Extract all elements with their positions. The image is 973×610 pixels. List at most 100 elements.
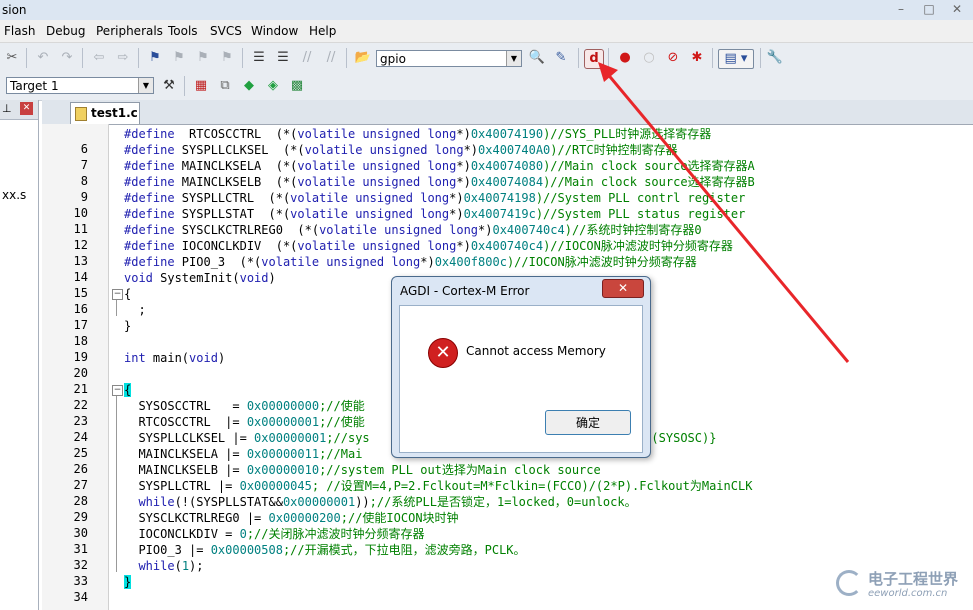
toolbar-separator — [242, 48, 243, 68]
code-token: ;//系统PLL是否锁定，1=locked，0=unlock。 — [369, 495, 637, 509]
line-number: 22 — [73, 398, 88, 412]
start-debug-session-icon[interactable]: d — [584, 49, 604, 69]
wrench-icon[interactable]: 🔧 — [766, 49, 784, 67]
fold-toggle-icon[interactable]: − — [112, 385, 123, 396]
toolbar-separator — [346, 48, 347, 68]
menu-peripherals[interactable]: Peripherals — [96, 24, 163, 38]
kill-breakpoints-icon[interactable]: ✱ — [688, 49, 706, 67]
code-line[interactable]: SYSOSCCTRL = 0x00000000;//使能 — [124, 398, 364, 414]
ok-button[interactable]: 确定 — [545, 410, 631, 435]
code-line[interactable]: ; — [124, 302, 145, 318]
code-line[interactable]: SYSCLKCTRLREG0 |= 0x00000200;//使能IOCON块时… — [124, 510, 458, 526]
pin-icon[interactable]: ⊥ — [2, 102, 12, 115]
window-title: sion — [2, 3, 27, 17]
previous-bookmark-icon[interactable]: ⚑ — [170, 49, 188, 67]
line-number: 17 — [73, 318, 88, 332]
undo-icon[interactable]: ↶ — [34, 49, 52, 67]
menu-bar: Flash Debug Peripherals Tools SVCS Windo… — [0, 20, 973, 43]
code-line[interactable]: #define SYSCLKCTRLREG0 (*(volatile unsig… — [124, 222, 702, 238]
line-number: 34 — [73, 590, 88, 604]
find-combo[interactable]: gpio ▼ — [376, 50, 522, 67]
code-line[interactable]: #define PIO0_3 (*(volatile unsigned long… — [124, 254, 697, 270]
bookmark-icon[interactable]: ⚑ — [146, 49, 164, 67]
navigate-back-icon[interactable]: ⇦ — [90, 49, 108, 67]
manage-components-icon[interactable]: ⧉ — [216, 77, 234, 95]
code-line[interactable]: while(1); — [124, 558, 203, 574]
code-line[interactable]: } — [124, 574, 132, 590]
menu-window[interactable]: Window — [251, 24, 298, 38]
code-line[interactable]: #define SYSPLLCLKSEL (*(volatile unsigne… — [124, 142, 678, 158]
code-line[interactable]: { — [124, 382, 132, 398]
code-line[interactable]: #define MAINCLKSELA (*(volatile unsigned… — [124, 158, 755, 174]
tab-test1-c[interactable]: test1.c — [70, 102, 140, 124]
line-number: 10 — [73, 206, 88, 220]
code-token: #define — [124, 255, 175, 269]
code-line[interactable]: MAINCLKSELA |= 0x00000011;//Mai — [124, 446, 362, 462]
unindent-icon[interactable]: ☰ — [274, 49, 292, 67]
indent-icon[interactable]: ☰ — [250, 49, 268, 67]
redo-icon[interactable]: ↷ — [58, 49, 76, 67]
code-token: 0x40074084 — [470, 175, 544, 189]
title-bar: sion – □ ✕ — [0, 0, 973, 20]
open-file-icon[interactable]: 📂 — [354, 49, 372, 67]
clear-bookmarks-icon[interactable]: ⚑ — [218, 49, 236, 67]
menu-debug[interactable]: Debug — [46, 24, 85, 38]
comment-icon[interactable]: // — [298, 49, 316, 67]
menu-help[interactable]: Help — [309, 24, 336, 38]
dialog-close-button[interactable]: ✕ — [602, 279, 644, 298]
menu-flash[interactable]: Flash — [4, 24, 35, 38]
uncomment-icon[interactable]: // — [322, 49, 340, 67]
project-file-item[interactable]: xx.s — [2, 188, 26, 202]
code-line[interactable]: void SystemInit(void) — [124, 270, 276, 286]
code-line[interactable]: { — [124, 286, 131, 302]
target-combo[interactable]: Target 1 ▼ — [6, 77, 154, 94]
code-line[interactable]: #define SYSPLLCTRL (*(volatile unsigned … — [124, 190, 745, 206]
disable-breakpoints-icon[interactable]: ⊘ — [664, 49, 682, 67]
close-pane-icon[interactable]: ✕ — [20, 102, 33, 115]
fold-toggle-icon[interactable]: − — [112, 289, 123, 300]
code-token: while — [124, 559, 175, 573]
code-line[interactable]: IOCONCLKDIV = 0;//关闭脉冲滤波时钟分频寄存器 — [124, 526, 425, 542]
find-in-files-icon[interactable]: 🔍 — [528, 49, 546, 67]
code-line[interactable]: int main(void) — [124, 350, 225, 366]
line-number: 16 — [73, 302, 88, 316]
code-line[interactable]: RTCOSCCTRL |= 0x00000001;//使能 — [124, 414, 364, 430]
code-token: )//RTC时钟控制寄存器 — [550, 143, 678, 157]
maximize-button[interactable]: □ — [916, 2, 942, 16]
window-layout-icon[interactable]: ▤ ▾ — [718, 49, 754, 69]
enable-breakpoint-icon[interactable]: ○ — [640, 49, 658, 67]
watermark: 电子工程世界 eeworld.com.cn — [832, 564, 970, 604]
minimize-button[interactable]: – — [888, 2, 914, 16]
insert-breakpoint-icon[interactable]: ● — [616, 49, 634, 67]
code-line[interactable]: while(!(SYSPLLSTAT&&0x00000001));//系统PLL… — [124, 494, 637, 510]
code-token: ;//关闭脉冲滤波时钟分频寄存器 — [246, 527, 425, 541]
code-token: while — [124, 495, 175, 509]
toolbar-separator — [138, 48, 139, 68]
close-window-button[interactable]: ✕ — [944, 2, 970, 16]
file-extensions-icon[interactable]: ▦ — [192, 77, 210, 95]
menu-tools[interactable]: Tools — [168, 24, 198, 38]
line-number: 25 — [73, 446, 88, 460]
code-line[interactable]: MAINCLKSELB |= 0x00000010;//system PLL o… — [124, 462, 600, 478]
target-options-icon[interactable]: ⚒ — [160, 77, 178, 95]
line-number: 23 — [73, 414, 88, 428]
chevron-down-icon[interactable]: ▼ — [506, 51, 521, 66]
code-line[interactable]: #define RTCOSCCTRL (*(volatile unsigned … — [124, 126, 711, 142]
configure-icon[interactable]: ✎ — [552, 49, 570, 67]
code-line[interactable]: PIO0_3 |= 0x00000508;//开漏模式，下拉电阻，滤波旁路，PC… — [124, 542, 525, 558]
navigate-forward-icon[interactable]: ⇨ — [114, 49, 132, 67]
next-bookmark-icon[interactable]: ⚑ — [194, 49, 212, 67]
code-line[interactable]: #define IOCONCLKDIV (*(volatile unsigned… — [124, 238, 733, 254]
code-line[interactable]: SYSPLLCTRL |= 0x00000045; //设置M=4,P=2.Fc… — [124, 478, 752, 494]
code-line[interactable]: } — [124, 318, 131, 334]
code-line[interactable]: #define SYSPLLSTAT (*(volatile unsigned … — [124, 206, 745, 222]
cut-icon[interactable]: ✂ — [3, 49, 21, 67]
menu-svcs[interactable]: SVCS — [210, 24, 242, 38]
pack-installer-icon[interactable]: ◈ — [264, 77, 282, 95]
chevron-down-icon[interactable]: ▼ — [138, 78, 153, 93]
toolbar-separator — [760, 48, 761, 68]
manage-runtime-icon[interactable]: ◆ — [240, 77, 258, 95]
code-line[interactable]: #define MAINCLKSELB (*(volatile unsigned… — [124, 174, 755, 190]
code-token: SYSPLLSTAT (*( — [174, 207, 291, 221]
select-software-packs-icon[interactable]: ▩ — [288, 77, 306, 95]
